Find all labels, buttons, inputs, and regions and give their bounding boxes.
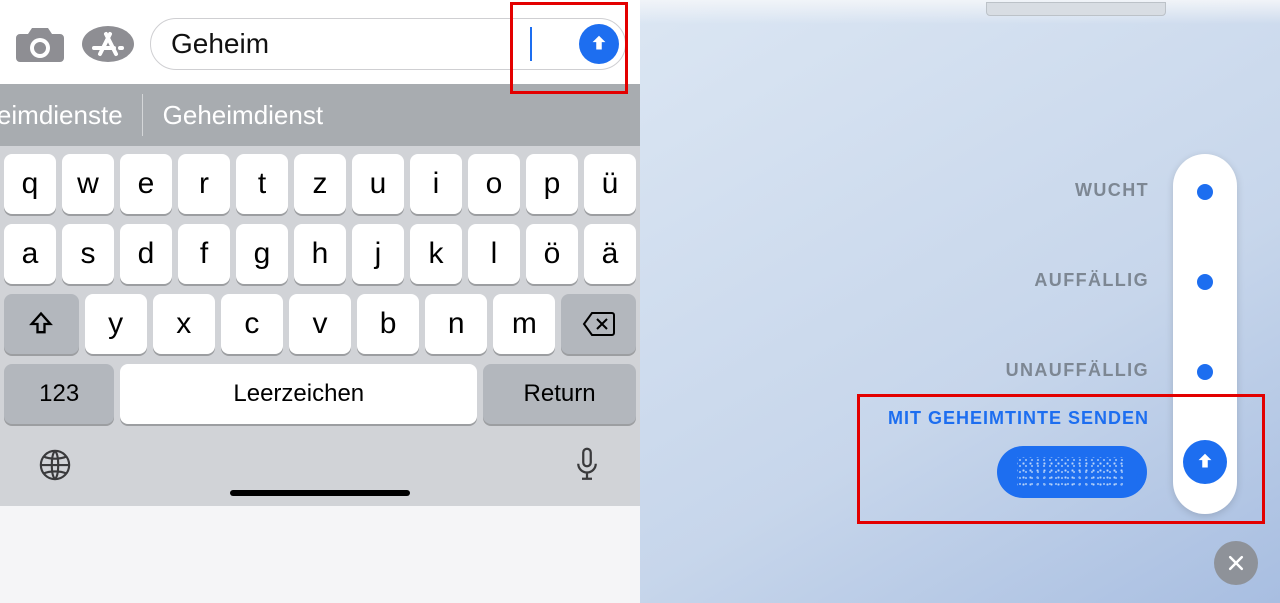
invisible-ink-effect	[1017, 457, 1127, 487]
message-bubble-preview	[997, 446, 1147, 498]
key-p[interactable]: p	[526, 154, 578, 214]
key-b[interactable]: b	[357, 294, 419, 354]
mic-icon[interactable]	[572, 446, 602, 484]
tab-indicator	[986, 2, 1166, 16]
key-t[interactable]: t	[236, 154, 288, 214]
key-ae[interactable]: ä	[584, 224, 636, 284]
key-c[interactable]: c	[221, 294, 283, 354]
close-button[interactable]	[1214, 541, 1258, 585]
key-l[interactable]: l	[468, 224, 520, 284]
numbers-key[interactable]: 123	[4, 364, 114, 424]
suggestion-2[interactable]: Geheimdienst	[143, 84, 343, 146]
key-n[interactable]: n	[425, 294, 487, 354]
text-cursor	[530, 27, 532, 61]
key-y[interactable]: y	[85, 294, 147, 354]
key-e[interactable]: e	[120, 154, 172, 214]
key-j[interactable]: j	[352, 224, 404, 284]
key-i[interactable]: i	[410, 154, 462, 214]
key-q[interactable]: q	[4, 154, 56, 214]
key-m[interactable]: m	[493, 294, 555, 354]
keyboard: q w e r t z u i o p ü a s d f g h j k l …	[0, 146, 640, 506]
predictive-bar: eheimdienste Geheimdienst	[0, 84, 640, 146]
effect-label-slam[interactable]: WUCHT	[1075, 180, 1149, 201]
key-x[interactable]: x	[153, 294, 215, 354]
effect-label-gentle[interactable]: UNAUFFÄLLIG	[1006, 360, 1149, 381]
effect-dot-1[interactable]	[1197, 184, 1213, 200]
key-u[interactable]: u	[352, 154, 404, 214]
key-h[interactable]: h	[294, 224, 346, 284]
effect-label-invisible-ink[interactable]: MIT GEHEIMTINTE SENDEN	[888, 408, 1149, 429]
key-f[interactable]: f	[178, 224, 230, 284]
key-o[interactable]: o	[468, 154, 520, 214]
effect-dot-3[interactable]	[1197, 364, 1213, 380]
suggestion-1[interactable]: eheimdienste	[0, 84, 143, 146]
key-r[interactable]: r	[178, 154, 230, 214]
key-a[interactable]: a	[4, 224, 56, 284]
app-store-icon[interactable]	[80, 24, 136, 64]
key-g[interactable]: g	[236, 224, 288, 284]
effect-label-loud[interactable]: AUFFÄLLIG	[1034, 270, 1149, 291]
camera-icon[interactable]	[14, 24, 66, 64]
key-z[interactable]: z	[294, 154, 346, 214]
send-button[interactable]	[579, 24, 619, 64]
home-indicator[interactable]	[230, 490, 410, 496]
globe-icon[interactable]	[38, 448, 72, 482]
backspace-key[interactable]	[561, 294, 636, 354]
key-v[interactable]: v	[289, 294, 351, 354]
message-input-wrapper	[150, 18, 626, 70]
key-ue[interactable]: ü	[584, 154, 636, 214]
space-key[interactable]: Leerzeichen	[120, 364, 477, 424]
key-s[interactable]: s	[62, 224, 114, 284]
message-input[interactable]	[171, 28, 532, 60]
key-d[interactable]: d	[120, 224, 172, 284]
key-oe[interactable]: ö	[526, 224, 578, 284]
send-with-effect-button[interactable]	[1183, 440, 1227, 484]
key-k[interactable]: k	[410, 224, 462, 284]
effect-dot-2[interactable]	[1197, 274, 1213, 290]
return-key[interactable]: Return	[483, 364, 636, 424]
key-w[interactable]: w	[62, 154, 114, 214]
top-blur	[640, 0, 1280, 24]
shift-key[interactable]	[4, 294, 79, 354]
